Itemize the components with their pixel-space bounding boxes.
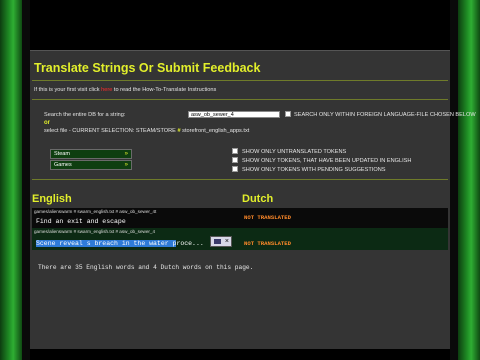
intro-divider	[32, 99, 448, 100]
english-column-header: English	[32, 193, 72, 205]
left-dark-strip	[22, 0, 30, 360]
arrow-right-icon: »	[124, 162, 128, 168]
instructions-link[interactable]: here	[101, 87, 112, 93]
edit-glyph	[214, 239, 221, 244]
table-row: games/alienswarm # swarm_english.txt # a…	[32, 208, 448, 228]
intro-text: If this is your first visit click here t…	[34, 87, 217, 93]
filter-pending-checkbox[interactable]	[232, 166, 238, 172]
edit-icon[interactable]: ×	[210, 236, 232, 247]
filter-untranslated-label: SHOW ONLY UNTRANSLATED TOKENS	[242, 149, 347, 155]
platform-games[interactable]: Games »	[50, 160, 132, 170]
left-green-border	[0, 0, 22, 360]
search-scope-label: SEARCH ONLY WITHIN FOREIGN LANGUAGE-FILE…	[294, 112, 476, 118]
platform-steam[interactable]: Steam »	[50, 149, 132, 159]
filter-untranslated-checkbox[interactable]	[232, 148, 238, 154]
search-input[interactable]: asw_ob_sewer_4	[188, 111, 280, 118]
word-count-footer: There are 35 English words and 4 Dutch w…	[38, 264, 254, 271]
search-label: Search the entire DB for a string:	[44, 112, 126, 118]
table-row: games/alienswarm # swarm_english.txt # a…	[32, 228, 448, 250]
translation-panel: Translate Strings Or Submit Feedback If …	[30, 50, 476, 349]
right-green-border	[458, 0, 480, 360]
selected-text: Scene reveal s breach in the water p	[36, 240, 177, 247]
filter-updated-label: SHOW ONLY TOKENS, THAT HAVE BEEN UPDATED…	[242, 158, 412, 164]
title-divider	[32, 80, 448, 81]
current-file: storefront_english_apps.txt	[182, 128, 250, 134]
dutch-status[interactable]: NOT TRANSLATED	[244, 240, 291, 247]
english-text: Scene reveal s breach in the water proce…	[36, 240, 204, 247]
dutch-column-header: Dutch	[242, 193, 274, 205]
or-label: or	[44, 120, 50, 126]
dutch-status[interactable]: NOT TRANSLATED	[244, 214, 291, 221]
page-title: Translate Strings Or Submit Feedback	[34, 61, 261, 75]
english-text: Find an exit and escape	[36, 218, 126, 225]
select-file-text: select file - CURRENT SELECTION: STEAM/S…	[44, 128, 250, 134]
filter-updated-checkbox[interactable]	[232, 157, 238, 163]
close-icon: ×	[224, 238, 229, 245]
right-dark-strip	[450, 0, 458, 360]
arrow-right-icon: »	[124, 151, 128, 157]
token-path: games/alienswarm # swarm_english.txt # a…	[34, 209, 157, 214]
token-path: games/alienswarm # swarm_english.txt # a…	[34, 229, 156, 234]
filter-pending-label: SHOW ONLY TOKENS WITH PENDING SUGGESTION…	[242, 167, 386, 173]
filters-divider	[32, 179, 448, 180]
search-scope-checkbox[interactable]	[285, 111, 291, 117]
